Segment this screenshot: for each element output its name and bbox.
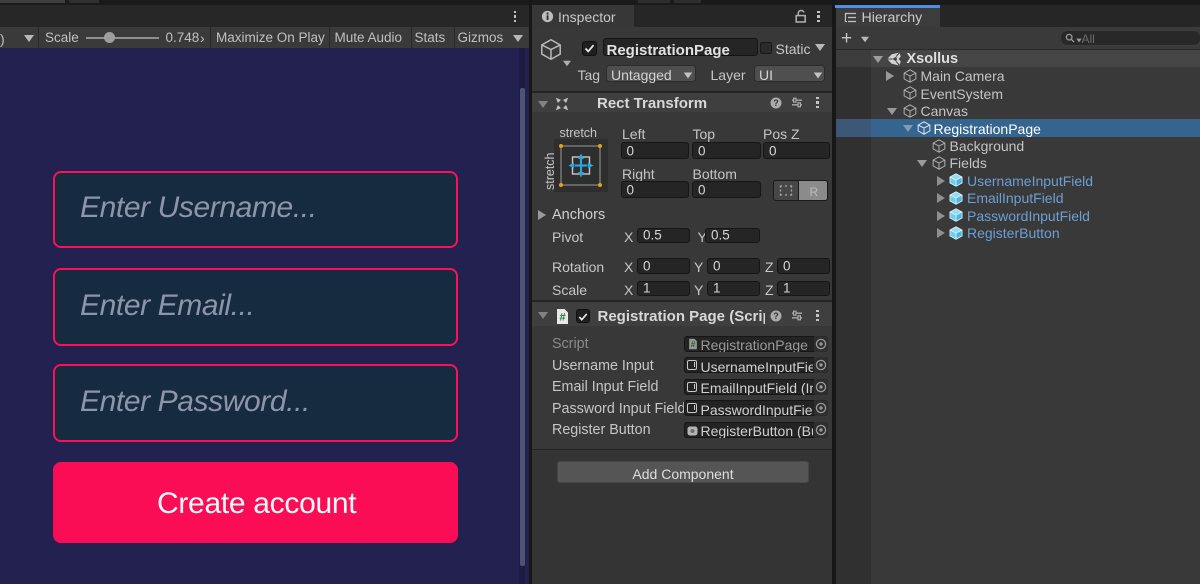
svg-text:?: ?: [773, 311, 779, 321]
svg-text:#: #: [690, 340, 695, 349]
svg-text:?: ?: [773, 98, 779, 108]
svg-text:#: #: [559, 311, 565, 323]
